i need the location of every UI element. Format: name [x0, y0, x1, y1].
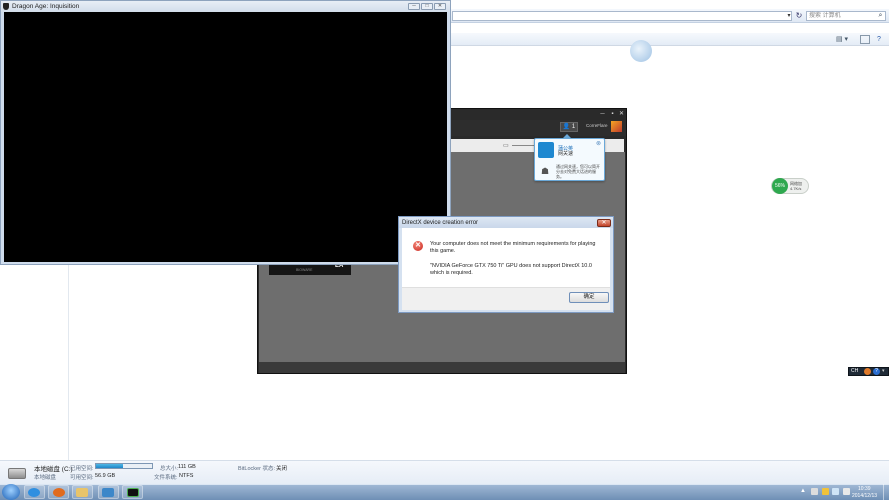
gauge-percentage: 56%	[772, 178, 788, 194]
dialog-message-requirements: Your computer does not meet the minimum …	[430, 241, 596, 254]
app-notification-icon	[538, 142, 554, 158]
dialog-body	[402, 229, 610, 286]
shield-icon	[3, 3, 9, 10]
game-viewport[interactable]	[4, 12, 447, 262]
free-space-value: 56.9 GB	[95, 473, 116, 479]
clock-time[interactable]: 10:39	[858, 486, 871, 492]
dialog-title: DirectX device creation error	[402, 220, 479, 226]
drive-usage-bar	[95, 463, 153, 469]
launcher-minimize-button[interactable]: ─	[599, 111, 606, 118]
langbar-options-icon[interactable]: ▾	[882, 368, 885, 374]
clock-date[interactable]: 2014/12/13	[852, 493, 877, 499]
used-space-label: 已用空间:	[70, 466, 94, 472]
total-size-label: 总大小:	[160, 466, 179, 472]
ime-icon[interactable]	[864, 368, 871, 375]
dialog-message-gpu: "NVIDIA GeForce GTX 750 Ti" GPU does not…	[430, 263, 592, 276]
hard-drive-icon	[8, 468, 26, 479]
popup-subtitle: 网关速	[558, 151, 574, 157]
file-system-value: NTFS	[179, 473, 194, 479]
file-system-label: 文件系统:	[154, 475, 178, 481]
drive-usage-fill	[96, 464, 124, 468]
dragon-age-icon	[127, 488, 139, 497]
grid-view-icon[interactable]: ▭	[503, 142, 509, 149]
popup-body: 通过网关速，您可以简开分去对免费大话进的服务。	[556, 164, 600, 179]
total-size-value: 111 GB	[178, 464, 196, 470]
help-button[interactable]: ?	[874, 35, 884, 44]
game-window-title: Dragon Age: Inquisition	[12, 3, 80, 10]
refresh-icon[interactable]: ↻	[794, 11, 804, 21]
internet-explorer-icon	[28, 488, 40, 497]
person-icon: ☗	[540, 166, 550, 176]
friends-button[interactable]: 👤 1	[560, 122, 578, 132]
launcher-maximize-button[interactable]: ▪	[609, 111, 616, 118]
ok-button[interactable]: 确定	[569, 292, 609, 303]
bioware-logo: BIOWARE	[296, 268, 313, 272]
media-player-icon	[53, 488, 65, 497]
action-center-icon[interactable]	[811, 488, 818, 495]
launcher-footer	[259, 362, 625, 373]
bird-icon	[102, 488, 114, 497]
show-desktop-button[interactable]	[883, 484, 889, 500]
address-input[interactable]	[452, 11, 792, 21]
user-avatar[interactable]	[611, 121, 622, 132]
gauge-line2: 4.7K/s	[790, 186, 802, 191]
game-minimize-button[interactable]: ─	[408, 3, 420, 10]
language-indicator[interactable]: CH	[851, 368, 858, 374]
game-maximize-button[interactable]: □	[421, 3, 433, 10]
volume-icon[interactable]	[843, 488, 850, 495]
bird-app-icon[interactable]	[630, 40, 652, 62]
launcher-username[interactable]: CorreFlare	[586, 123, 608, 128]
bitlocker-value: 关闭	[276, 466, 288, 472]
preview-pane-button[interactable]	[860, 35, 870, 44]
search-icon[interactable]: ⌕	[876, 11, 885, 21]
security-icon[interactable]	[822, 488, 829, 495]
langbar-help-icon[interactable]: ?	[873, 368, 880, 375]
dialog-close-button[interactable]: ✕	[597, 219, 611, 227]
free-space-label: 可用空间:	[70, 475, 94, 481]
drive-name: 本地磁盘 (C:)	[34, 466, 73, 473]
popup-close-icon[interactable]: ⊗	[596, 140, 601, 147]
view-options-button[interactable]: ▤ ▾	[836, 35, 852, 44]
game-close-button[interactable]: ✕	[434, 3, 446, 10]
network-icon[interactable]	[832, 488, 839, 495]
navigation-pane-divider[interactable]	[68, 264, 69, 460]
drive-type: 本地磁盘	[34, 475, 57, 481]
explorer-toolbar	[450, 33, 889, 46]
show-hidden-icons-button[interactable]: ▲	[800, 488, 806, 494]
start-button[interactable]	[2, 484, 20, 500]
gauge-text: 网络加 4.7K/s	[790, 181, 808, 191]
launcher-close-button[interactable]: ✕	[618, 111, 625, 118]
error-icon: ✕	[413, 241, 423, 251]
tile-size-slider[interactable]	[512, 145, 534, 146]
address-dropdown-icon[interactable]: ▾	[785, 11, 793, 21]
bitlocker-label: BitLocker 状态:	[238, 466, 275, 472]
folder-icon	[76, 488, 88, 497]
search-input[interactable]: 搜索 计算机	[806, 11, 886, 21]
